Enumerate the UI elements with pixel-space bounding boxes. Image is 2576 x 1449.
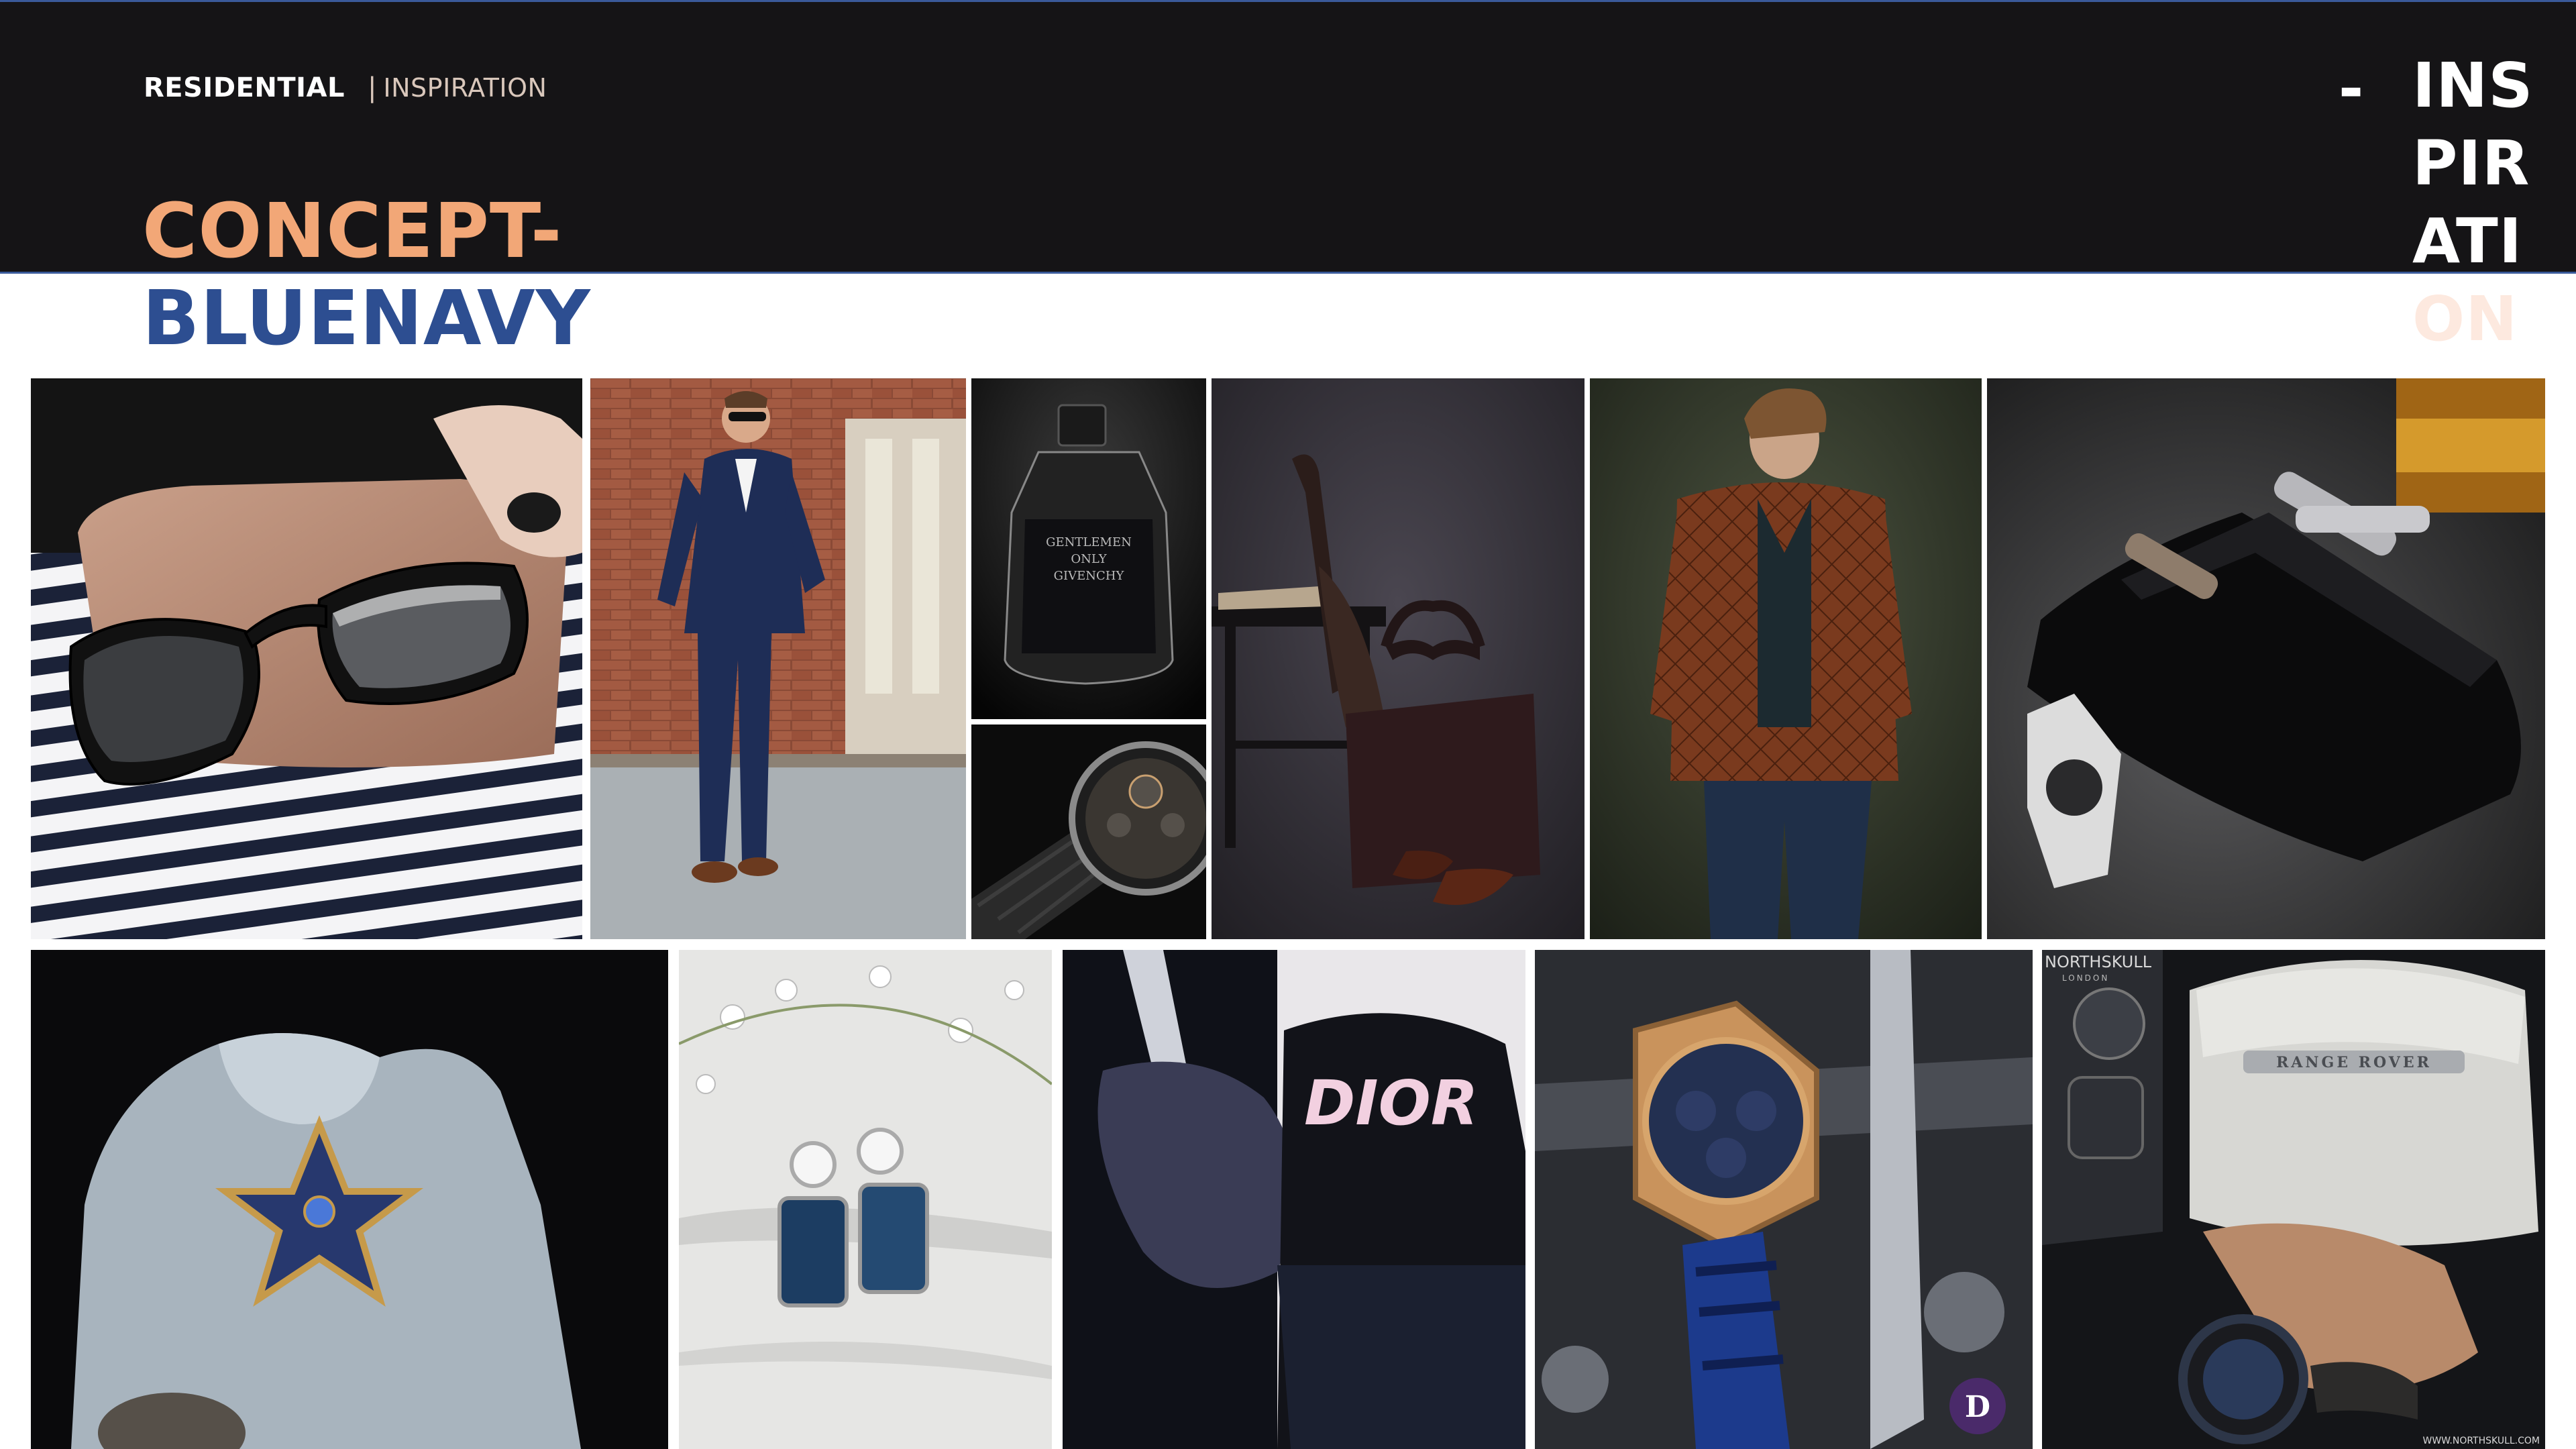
side-vertical-title: INS PIR ATI ON (2412, 47, 2546, 358)
perfume-label-line3: GIVENCHY (1054, 569, 1125, 583)
photo-luxury-watch-gearshift[interactable]: D (1535, 950, 2033, 1449)
photo-leather-jacket-man[interactable] (1590, 378, 1982, 939)
page-title-line1: CONCEPT- (142, 188, 563, 275)
badge-letter: D (1965, 1390, 1990, 1424)
steering-badge-text: RANGE ROVER (2276, 1054, 2432, 1071)
photo-perfume-bottle[interactable]: GENTLEMEN ONLY GIVENCHY (971, 378, 1206, 719)
photo-steering-wheel-watch[interactable]: RANGE ROVER NORTHSKULL LONDON WWW.NORTHS… (2042, 950, 2545, 1449)
breadcrumb: RESIDENTIAL | INSPIRATION (144, 70, 547, 106)
page-title-line2: BLUENAVY (142, 275, 591, 362)
photo-sunglasses[interactable] (31, 378, 582, 939)
photo-watch-closeup[interactable] (971, 724, 1206, 939)
breadcrumb-separator: | (367, 72, 377, 103)
photo-bag-umbrella-shoes[interactable] (1212, 378, 1585, 939)
side-word-part-1: INS (2412, 50, 2534, 121)
watermark-london: LONDON (2062, 973, 2109, 983)
side-word-part-2: PIR (2412, 127, 2530, 199)
breadcrumb-inspiration[interactable]: INSPIRATION (383, 73, 547, 103)
photo-star-brooch[interactable] (31, 950, 668, 1449)
side-dash: - (2339, 59, 2363, 119)
side-word-part-3: ATI (2412, 205, 2523, 277)
photo-dior-bag-jacket[interactable]: DIOR (1063, 950, 1525, 1449)
breadcrumb-residential[interactable]: RESIDENTIAL (144, 72, 345, 103)
photo-sapphire-earrings[interactable] (679, 950, 1052, 1449)
side-word-part-4: ON (2412, 283, 2518, 355)
perfume-label-line2: ONLY (1071, 552, 1107, 566)
watermark-url: WWW.NORTHSKULL.COM (2422, 1436, 2540, 1446)
jacket-dior-text: DIOR (1304, 1067, 1479, 1139)
watermark-northskull: NORTHSKULL (2045, 953, 2152, 971)
photo-flasks-cigar-case[interactable] (1987, 378, 2545, 939)
perfume-label-line1: GENTLEMEN (1046, 535, 1132, 549)
photo-navy-suit-man[interactable] (590, 378, 966, 939)
